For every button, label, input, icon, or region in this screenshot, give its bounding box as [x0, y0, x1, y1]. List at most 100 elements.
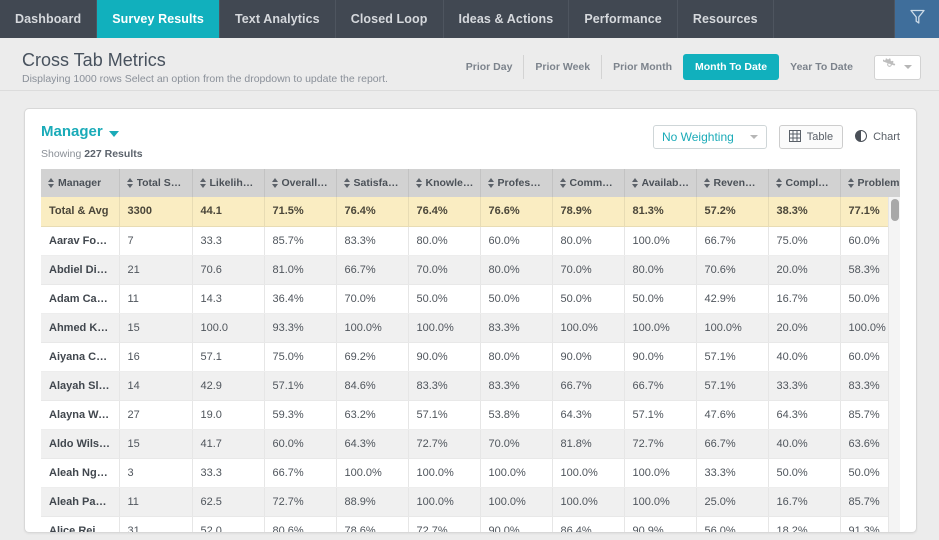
column-header-total-surveys[interactable]: Total Surv... [119, 169, 193, 197]
column-header-revenue[interactable]: Revenue a... [696, 169, 769, 197]
sort-icon[interactable] [775, 178, 782, 188]
sort-icon[interactable] [415, 178, 422, 188]
sort-icon[interactable] [199, 178, 206, 188]
metric-cell: 11 [119, 284, 193, 314]
sort-icon[interactable] [559, 178, 566, 188]
nav-tab-closed-loop[interactable]: Closed Loop [336, 0, 444, 38]
range-year-to-date[interactable]: Year To Date [779, 55, 864, 79]
table-view-button[interactable]: Table [778, 125, 844, 149]
sort-icon[interactable] [487, 178, 494, 188]
metric-cell: 90.9% [624, 516, 697, 532]
metric-cell: 75.0% [768, 226, 841, 256]
row-label-cell: Aarav Fox-... [41, 226, 120, 256]
sort-icon[interactable] [703, 178, 710, 188]
metric-cell: 86.4% [552, 516, 625, 532]
table-row[interactable]: Abdiel Dic... 21 70.6 81.0% 66.7% 70.0% 80.0% 7… [41, 255, 900, 285]
table-row[interactable]: Alayna Wa... 27 19.0 59.3% 63.2% 57.1% 53.8% 64… [41, 400, 900, 430]
column-header-knowledge[interactable]: Knowledge [408, 169, 481, 197]
table-row[interactable]: Aleah Park... 11 62.5 72.7% 88.9% 100.0% 100.0… [41, 487, 900, 517]
nav-tab-label: Dashboard [15, 12, 82, 26]
row-label-cell: Adam Call... [41, 284, 120, 314]
column-header-overall-satisfaction[interactable]: Overall Sa... [264, 169, 337, 197]
nav-tab-label: Resources [692, 12, 758, 26]
table-row[interactable]: Alayah Sla... 14 42.9 57.1% 84.6% 83.3% 83.3% 6… [41, 371, 900, 401]
range-month-to-date[interactable]: Month To Date [683, 54, 780, 80]
column-header-likelihood[interactable]: Likelihood... [192, 169, 265, 197]
metric-cell: 50.0% [408, 284, 481, 314]
table-row[interactable]: Adam Call... 11 14.3 36.4% 70.0% 50.0% 50.0% 50… [41, 284, 900, 314]
table-row[interactable]: Alice Reid-... 31 52.0 80.6% 78.6% 72.7% 90.0%… [41, 516, 900, 532]
metric-cell: 62.5 [192, 487, 265, 517]
metric-cell: 100.0% [624, 226, 697, 256]
row-label-cell: Aldo Wilso... [41, 429, 120, 459]
weighting-value: No Weighting [661, 130, 734, 144]
metric-cell: 100.0% [696, 313, 769, 343]
metric-cell: 66.7% [264, 458, 337, 488]
table-row[interactable]: Aarav Fox-... 7 33.3 85.7% 83.3% 80.0% 60.0% 80… [41, 226, 900, 256]
filter-button[interactable] [895, 0, 939, 38]
range-prior-day[interactable]: Prior Day [455, 55, 525, 79]
sort-icon[interactable] [343, 178, 350, 188]
table-row[interactable]: Aldo Wilso... 15 41.7 60.0% 64.3% 72.7% 70.0% 8… [41, 429, 900, 459]
metric-cell: 100.0% [624, 487, 697, 517]
range-prior-week[interactable]: Prior Week [524, 55, 603, 79]
column-label: Communi... [569, 177, 618, 189]
settings-button[interactable] [874, 54, 921, 80]
nav-tab-performance[interactable]: Performance [569, 0, 678, 38]
weighting-dropdown[interactable]: No Weighting [652, 125, 767, 149]
metric-cell: 66.7% [696, 429, 769, 459]
metric-cell: 11 [119, 487, 193, 517]
nav-tab-ideas-actions[interactable]: Ideas & Actions [444, 0, 570, 38]
metric-cell: 69.2% [336, 342, 409, 372]
table-body: Total & Avg 3300 44.1 71.5% 76.4% 76.4% 76.6% 7… [41, 197, 900, 532]
metric-cell: 88.9% [336, 487, 409, 517]
nav-tab-survey-results[interactable]: Survey Results [97, 0, 220, 38]
sort-icon[interactable] [631, 178, 638, 188]
sort-icon[interactable] [271, 178, 278, 188]
metric-cell: 100.0% [552, 313, 625, 343]
column-header-professionalism[interactable]: Professio... [480, 169, 553, 197]
metric-cell: 33.3% [696, 458, 769, 488]
column-header-satisfaction[interactable]: Satisfacti... [336, 169, 409, 197]
column-label: Overall Sa... [281, 177, 330, 189]
table-row[interactable]: Aiyana Ca... 16 57.1 75.0% 69.2% 90.0% 80.0% 90… [41, 342, 900, 372]
column-label: Likelihood... [209, 177, 258, 189]
column-label: Revenue a... [713, 177, 762, 189]
page-title: Cross Tab Metrics [22, 50, 166, 70]
nav-tab-resources[interactable]: Resources [678, 0, 774, 38]
metric-cell: 80.0% [624, 255, 697, 285]
column-label: Professio... [497, 177, 546, 189]
sort-icon[interactable] [48, 178, 54, 188]
sort-icon[interactable] [847, 178, 854, 188]
page-header-text: Cross Tab Metrics Displaying 1000 rows S… [22, 50, 455, 85]
showing-count: 227 Results [84, 148, 143, 160]
metric-cell: 78.9% [552, 197, 625, 227]
row-label-cell: Aiyana Ca... [41, 342, 120, 372]
nav-tab-text-analytics[interactable]: Text Analytics [220, 0, 336, 38]
metric-cell: 18.2% [768, 516, 841, 532]
sort-icon[interactable] [126, 178, 133, 188]
metric-cell: 80.0% [552, 226, 625, 256]
range-prior-month[interactable]: Prior Month [602, 55, 683, 79]
column-header-problem[interactable]: Problem or ... [840, 169, 900, 197]
table-row-total[interactable]: Total & Avg 3300 44.1 71.5% 76.4% 76.4% 76.6% 7… [41, 197, 900, 227]
nav-tab-dashboard[interactable]: Dashboard [0, 0, 98, 38]
table-row[interactable]: Ahmed Kid... 15 100.0 93.3% 100.0% 100.0% 83.3… [41, 313, 900, 343]
dimension-label: Manager [41, 123, 103, 140]
table-row[interactable]: Aleah Ngu... 3 33.3 66.7% 100.0% 100.0% 100.0%… [41, 458, 900, 488]
metric-cell: 90.0% [480, 516, 553, 532]
column-header-communication[interactable]: Communi... [552, 169, 625, 197]
metric-cell: 15 [119, 429, 193, 459]
dimension-dropdown[interactable]: Manager [41, 123, 119, 141]
metric-cell: 16.7% [768, 284, 841, 314]
column-header-complete[interactable]: Complete ... [768, 169, 841, 197]
chart-view-button[interactable]: Chart [855, 129, 900, 145]
metric-cell: 15 [119, 313, 193, 343]
metric-cell: 14.3 [192, 284, 265, 314]
column-header-manager[interactable]: Manager [41, 169, 120, 197]
table-scrollbar-thumb[interactable] [891, 199, 899, 221]
metric-cell: 100.0% [624, 458, 697, 488]
metric-cell: 59.3% [264, 400, 337, 430]
table-vertical-scrollbar[interactable] [888, 197, 900, 532]
column-header-availability[interactable]: Availability [624, 169, 697, 197]
